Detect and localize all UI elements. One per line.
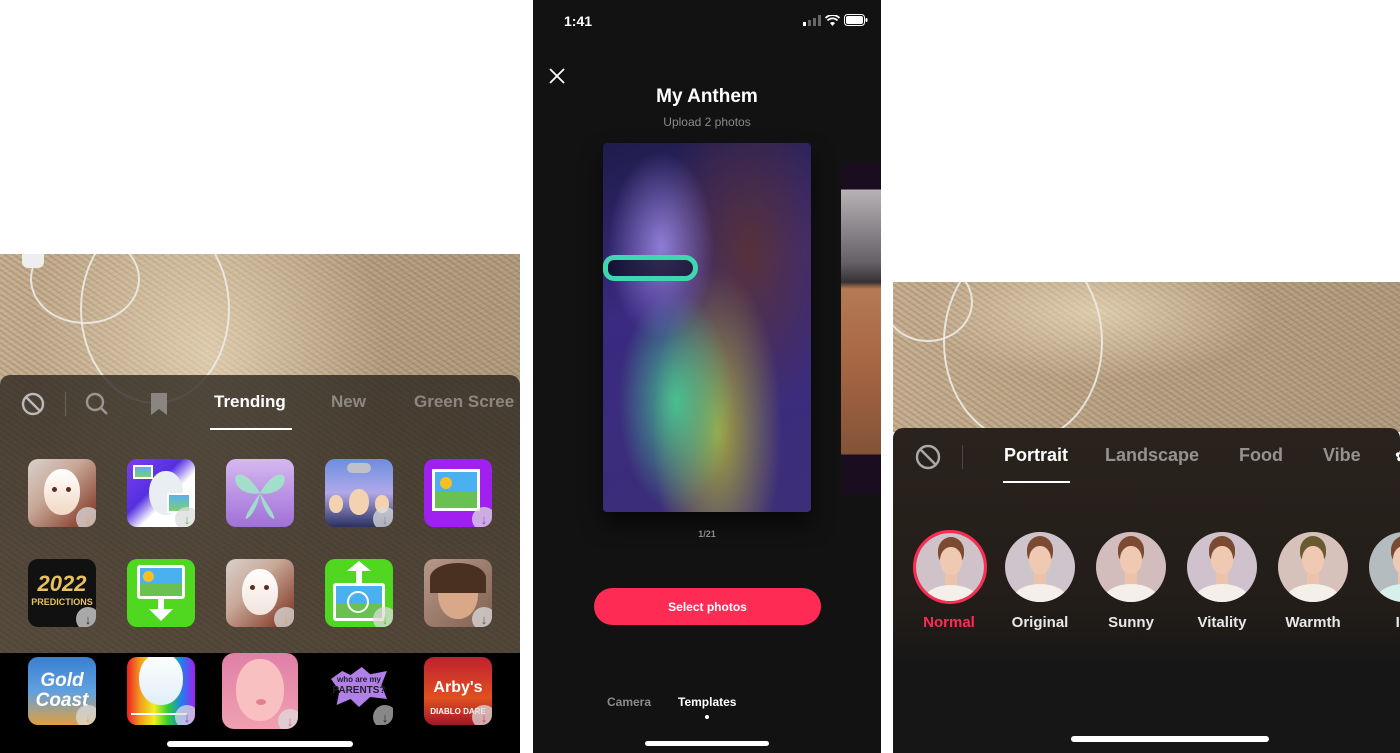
search-icon[interactable] <box>84 391 110 417</box>
filters-panel: Portrait Landscape Food Vibe ✿ Normal Or… <box>893 282 1400 753</box>
mode-camera[interactable]: Camera <box>607 695 651 709</box>
signal-icon <box>803 14 821 26</box>
download-icon: ↓ <box>278 709 298 729</box>
more-tab-icon[interactable]: ✿ <box>1395 446 1400 466</box>
filter-original[interactable]: Original <box>1004 532 1076 631</box>
filter-island[interactable]: Isl <box>1368 532 1400 631</box>
tab-landscape[interactable]: Landscape <box>1105 445 1199 466</box>
template-pager: 1/21 <box>698 529 716 539</box>
template-preview-card[interactable] <box>603 143 811 512</box>
home-indicator[interactable] <box>167 741 353 747</box>
status-time: 1:41 <box>564 13 593 29</box>
effects-bottom-bar: Gold Coast ↓ ↓ ↓ who are my PARENTS? ↓ A… <box>0 653 520 753</box>
effect-selfie-portrait[interactable]: ↓ <box>424 559 492 627</box>
effect-2022-predictions[interactable]: 2022 PREDICTIONS ↓ <box>28 559 96 627</box>
charger <box>22 254 44 268</box>
effect-butterfly[interactable] <box>226 459 294 527</box>
filters-sheet: Portrait Landscape Food Vibe ✿ Normal Or… <box>893 428 1400 753</box>
tab-portrait[interactable]: Portrait <box>1004 445 1068 466</box>
effect-arbys-diablo-dare[interactable]: Arby's DIABLO DARE ↓ <box>424 657 492 725</box>
battery-icon <box>844 14 868 26</box>
mode-templates[interactable]: Templates <box>678 695 736 709</box>
tab-green-screen[interactable]: Green Scree <box>414 392 514 412</box>
status-icons <box>803 14 868 26</box>
no-effect-icon[interactable] <box>20 391 46 417</box>
close-icon[interactable] <box>547 66 567 86</box>
download-icon: ↓ <box>76 507 96 527</box>
download-icon: ↓ <box>76 607 96 627</box>
download-icon: ↓ <box>472 705 492 725</box>
preview-image-detail <box>603 255 698 281</box>
home-indicator[interactable] <box>645 741 769 746</box>
filter-sunny[interactable]: Sunny <box>1095 532 1167 631</box>
effect-green-screen-download[interactable] <box>127 559 195 627</box>
effect-photo-vote[interactable]: ↓ <box>424 459 492 527</box>
camera-preview <box>893 282 1400 432</box>
wifi-icon <box>825 14 840 26</box>
tab-food[interactable]: Food <box>1239 445 1283 466</box>
effects-sheet: Trending New Green Scree ↓ ↓ ↓ ↓ 2022 PR… <box>0 375 520 653</box>
effect-mask-face-2[interactable]: ↓ <box>226 559 294 627</box>
tab-trending[interactable]: Trending <box>214 392 286 412</box>
templates-panel: 1:41 My Anthem Upload 2 photos 1/21 Sele… <box>533 0 881 753</box>
effect-gold-coast[interactable]: Gold Coast ↓ <box>28 657 96 725</box>
effects-tab-bar: Trending New Green Scree <box>0 375 520 435</box>
filter-warmth[interactable]: Warmth <box>1277 532 1349 631</box>
next-template-card[interactable] <box>841 163 881 494</box>
download-icon: ↓ <box>373 705 393 725</box>
active-mode-indicator <box>705 715 709 719</box>
download-icon: ↓ <box>373 607 393 627</box>
filter-vitality[interactable]: Vitality <box>1186 532 1258 631</box>
effect-clone[interactable]: ↓ <box>325 459 393 527</box>
cable <box>943 282 1103 432</box>
select-photos-button[interactable]: Select photos <box>594 588 821 625</box>
effect-photo-swap[interactable]: ↓ <box>127 459 195 527</box>
filter-label: Vitality <box>1197 614 1247 631</box>
template-title: My Anthem <box>656 86 758 107</box>
tab-new[interactable]: New <box>331 392 366 412</box>
effect-green-screen-video[interactable]: ↓ <box>325 559 393 627</box>
divider <box>962 445 963 469</box>
filter-label: Warmth <box>1285 614 1341 631</box>
home-indicator[interactable] <box>1071 736 1269 742</box>
download-icon: ↓ <box>175 705 195 725</box>
screenshot-collage: Trending New Green Scree ↓ ↓ ↓ ↓ 2022 PR… <box>0 0 1400 753</box>
download-icon: ↓ <box>76 705 96 725</box>
effect-who-are-my-parents[interactable]: who are my PARENTS? ↓ <box>325 657 393 725</box>
bookmark-icon[interactable] <box>146 391 172 417</box>
effect-subtitle: PARENTS? <box>332 685 386 696</box>
effect-mask-face[interactable]: ↓ <box>28 459 96 527</box>
effect-title: Arby's <box>433 679 483 696</box>
filter-label: Sunny <box>1108 614 1154 631</box>
download-icon: ↓ <box>373 507 393 527</box>
filter-label: Original <box>1011 614 1069 631</box>
filter-label: Isl <box>1395 614 1400 631</box>
download-icon: ↓ <box>274 607 294 627</box>
effect-pink-face[interactable]: ↓ <box>222 653 298 729</box>
effect-rainbow-face[interactable]: ↓ <box>127 657 195 725</box>
effect-title: 2022 <box>37 571 87 596</box>
download-icon: ↓ <box>175 507 195 527</box>
effect-title: who are my <box>336 675 381 684</box>
divider <box>65 392 66 416</box>
tab-vibe[interactable]: Vibe <box>1323 445 1361 466</box>
no-filter-icon[interactable] <box>915 444 941 470</box>
active-tab-underline <box>1003 481 1070 483</box>
filter-normal[interactable]: Normal <box>913 530 987 631</box>
active-tab-underline <box>210 428 292 430</box>
effects-panel: Trending New Green Scree ↓ ↓ ↓ ↓ 2022 PR… <box>0 254 520 753</box>
download-icon: ↓ <box>472 507 492 527</box>
download-icon: ↓ <box>472 607 492 627</box>
effect-title: Gold <box>40 670 84 691</box>
effect-subtitle: PREDICTIONS <box>31 597 93 607</box>
filter-label: Normal <box>923 614 975 631</box>
template-subtitle: Upload 2 photos <box>663 115 751 129</box>
